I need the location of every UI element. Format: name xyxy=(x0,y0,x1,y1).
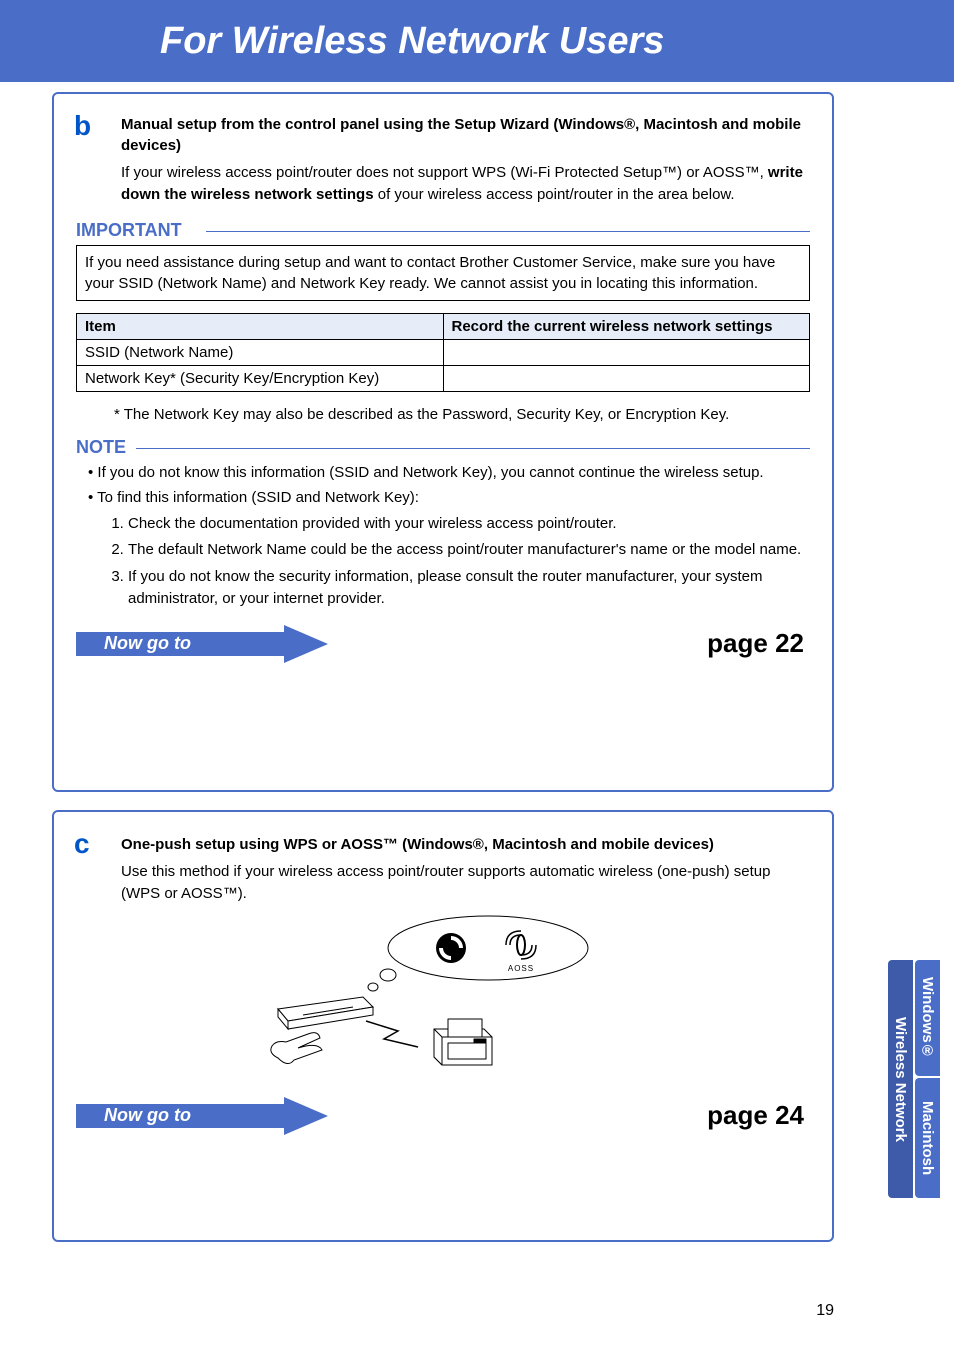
note-list: If you do not know this information (SSI… xyxy=(88,462,810,611)
important-label: IMPORTANT xyxy=(76,220,810,241)
page-header: For Wireless Network Users xyxy=(0,0,954,82)
goto-label: Now go to xyxy=(104,633,191,654)
section-b-intro: If your wireless access point/router doe… xyxy=(121,162,810,206)
goto-page-link[interactable]: page 22 xyxy=(707,628,804,659)
note-label: NOTE xyxy=(76,437,810,458)
table-head-record: Record the current wireless network sett… xyxy=(443,313,810,339)
section-c-text: Use this method if your wireless access … xyxy=(121,861,810,905)
footnote: * The Network Key may also be described … xyxy=(114,406,810,423)
goto-page-link[interactable]: page 24 xyxy=(707,1100,804,1131)
tab-macintosh[interactable]: Macintosh xyxy=(915,1078,940,1198)
note-sub-item: Check the documentation provided with yo… xyxy=(128,513,810,536)
table-row-key: Network Key* (Security Key/Encryption Ke… xyxy=(77,365,444,391)
tab-windows[interactable]: Windows® xyxy=(915,960,940,1076)
page-title: For Wireless Network Users xyxy=(160,20,664,63)
section-c-panel: c One-push setup using WPS or AOSS™ (Win… xyxy=(52,810,834,1242)
note-item: To find this information (SSID and Netwo… xyxy=(88,487,810,510)
table-head-item: Item xyxy=(77,313,444,339)
tab-wireless-network[interactable]: Wireless Network xyxy=(888,960,913,1198)
step-letter-b: b xyxy=(74,110,91,142)
note-sub-item: If you do not know the security informat… xyxy=(128,566,810,611)
svg-text:AOSS: AOSS xyxy=(508,964,534,973)
page-number: 19 xyxy=(816,1302,834,1320)
step-letter-c: c xyxy=(74,828,90,860)
note-item: If you do not know this information (SSI… xyxy=(88,462,810,485)
wifi-icon xyxy=(48,10,126,62)
section-b-panel: b Manual setup from the control panel us… xyxy=(52,92,834,792)
table-row-ssid-value xyxy=(443,339,810,365)
goto-bar-c: Now go to page 24 xyxy=(76,1099,810,1133)
settings-table: Item Record the current wireless network… xyxy=(76,313,810,392)
section-b-title: Manual setup from the control panel usin… xyxy=(121,114,810,156)
section-c-title: One-push setup using WPS or AOSS™ (Windo… xyxy=(121,834,810,855)
note-sub-item: The default Network Name could be the ac… xyxy=(128,539,810,562)
important-box: If you need assistance during setup and … xyxy=(76,245,810,301)
table-row-key-value xyxy=(443,365,810,391)
side-tabs: Wireless Network Windows® Macintosh xyxy=(888,960,940,1198)
goto-label: Now go to xyxy=(104,1105,191,1126)
goto-bar-b: Now go to page 22 xyxy=(76,627,810,661)
table-row-ssid: SSID (Network Name) xyxy=(77,339,444,365)
wps-aoss-illustration: AOSS xyxy=(258,913,628,1083)
